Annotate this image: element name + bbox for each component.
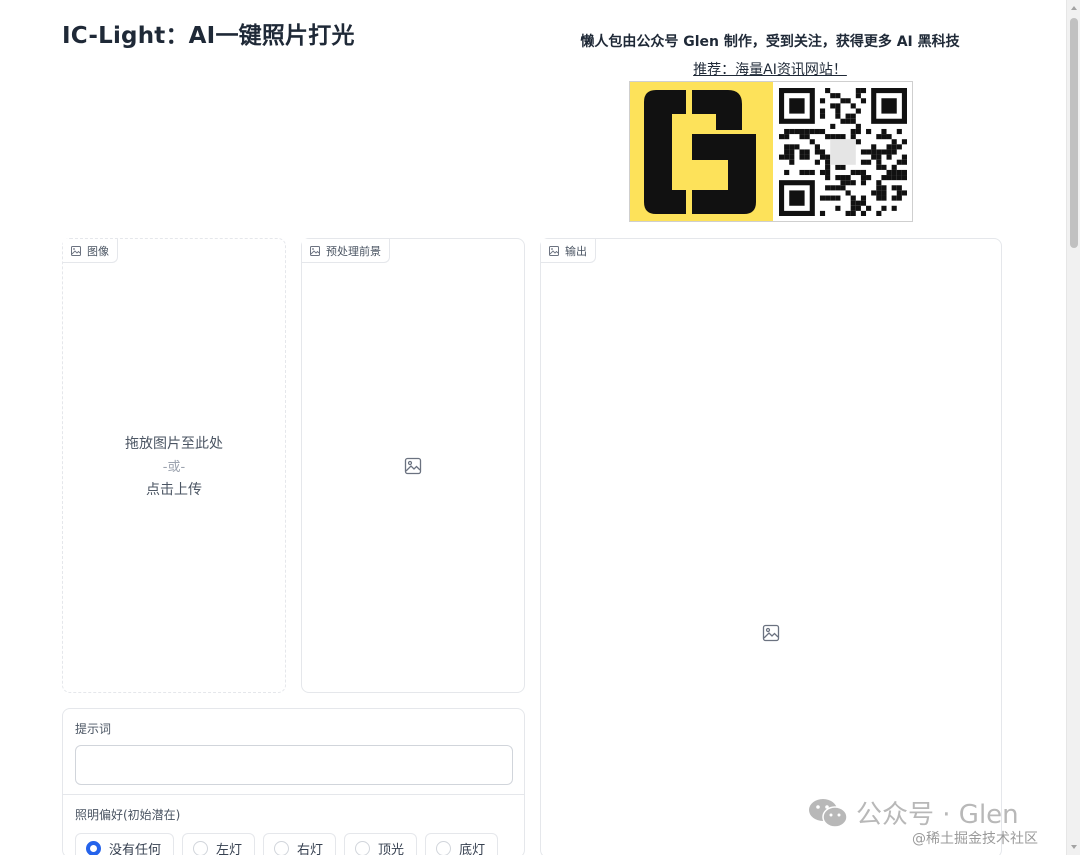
lighting-option-label: 右灯	[297, 842, 324, 855]
upload-dropzone[interactable]: 拖放图片至此处 -或- 点击上传	[63, 433, 285, 502]
prompt-label: 提示词	[75, 722, 112, 736]
radio-button[interactable]	[436, 840, 452, 855]
output-panel: 输出	[540, 238, 1002, 855]
drop-instruction: 拖放图片至此处	[125, 436, 223, 452]
image-icon	[549, 245, 559, 256]
output-panel-label-text: 输出	[565, 244, 587, 258]
qr-code	[773, 82, 912, 221]
qr-code-icon	[778, 87, 907, 216]
promo-banner	[629, 81, 913, 222]
image-icon	[310, 245, 320, 256]
form-divider	[63, 794, 524, 795]
image-icon	[71, 245, 81, 256]
app-page: IC-Light：AI一键照片打光 懒人包由公众号 Glen 制作，受到关注，获…	[0, 0, 1080, 855]
image-placeholder-icon	[762, 624, 780, 642]
glen-logo	[630, 82, 773, 221]
settings-form: 提示词 照明偏好(初始潜在) 没有任何 左灯 右灯 顶光 底灯	[62, 708, 525, 855]
click-upload[interactable]: 点击上传	[63, 479, 285, 502]
lighting-option[interactable]: 没有任何	[75, 833, 175, 855]
image-panel-label: 图像	[63, 239, 118, 263]
lighting-option-label: 没有任何	[109, 842, 162, 855]
wechat-icon	[809, 798, 848, 828]
lighting-option[interactable]: 顶光	[344, 833, 418, 855]
lighting-option-label: 顶光	[378, 842, 405, 855]
lighting-option-label: 左灯	[216, 842, 243, 855]
lighting-radio-group: 没有任何 左灯 右灯 顶光 底灯	[75, 833, 499, 855]
radio-button[interactable]	[274, 840, 290, 855]
lighting-label: 照明偏好(初始潜在)	[75, 808, 181, 822]
preprocess-panel-label: 预处理前景	[302, 239, 390, 263]
radio-button[interactable]	[86, 840, 101, 855]
promo-text: 懒人包由公众号 Glen 制作，受到关注，获得更多 AI 黑科技	[580, 34, 960, 50]
page-scrollbar[interactable]	[1066, 0, 1080, 855]
image-placeholder-icon	[404, 457, 422, 475]
prompt-input[interactable]	[75, 745, 513, 785]
radio-button[interactable]	[193, 840, 209, 855]
image-upload-panel[interactable]: 图像 拖放图片至此处 -或- 点击上传	[62, 238, 286, 693]
lighting-option[interactable]: 底灯	[425, 833, 499, 855]
promo-link[interactable]: 推荐：海量AI资讯网站！	[540, 59, 1000, 79]
lighting-option-label: 底灯	[459, 842, 486, 855]
scroll-thumb[interactable]	[1070, 18, 1078, 248]
scroll-up-icon[interactable]	[1070, 4, 1078, 12]
watermark: 公众号 · Glen	[808, 794, 1019, 831]
scroll-down-icon[interactable]	[1070, 843, 1078, 851]
preprocess-panel-label-text: 预处理前景	[326, 244, 381, 258]
output-panel-label: 输出	[541, 239, 596, 263]
preprocess-panel: 预处理前景	[301, 238, 525, 693]
radio-button[interactable]	[355, 840, 371, 855]
watermark-text: 公众号 · Glen	[856, 800, 1019, 830]
lighting-option[interactable]: 右灯	[263, 833, 337, 855]
watermark-sub: @稀土掘金技术社区	[912, 831, 1038, 847]
lighting-option[interactable]: 左灯	[182, 833, 256, 855]
page-title: IC-Light：AI一键照片打光	[62, 23, 355, 49]
glen-logo-icon	[630, 82, 773, 221]
image-panel-label-text: 图像	[87, 244, 109, 258]
drop-or: -或-	[162, 460, 186, 475]
